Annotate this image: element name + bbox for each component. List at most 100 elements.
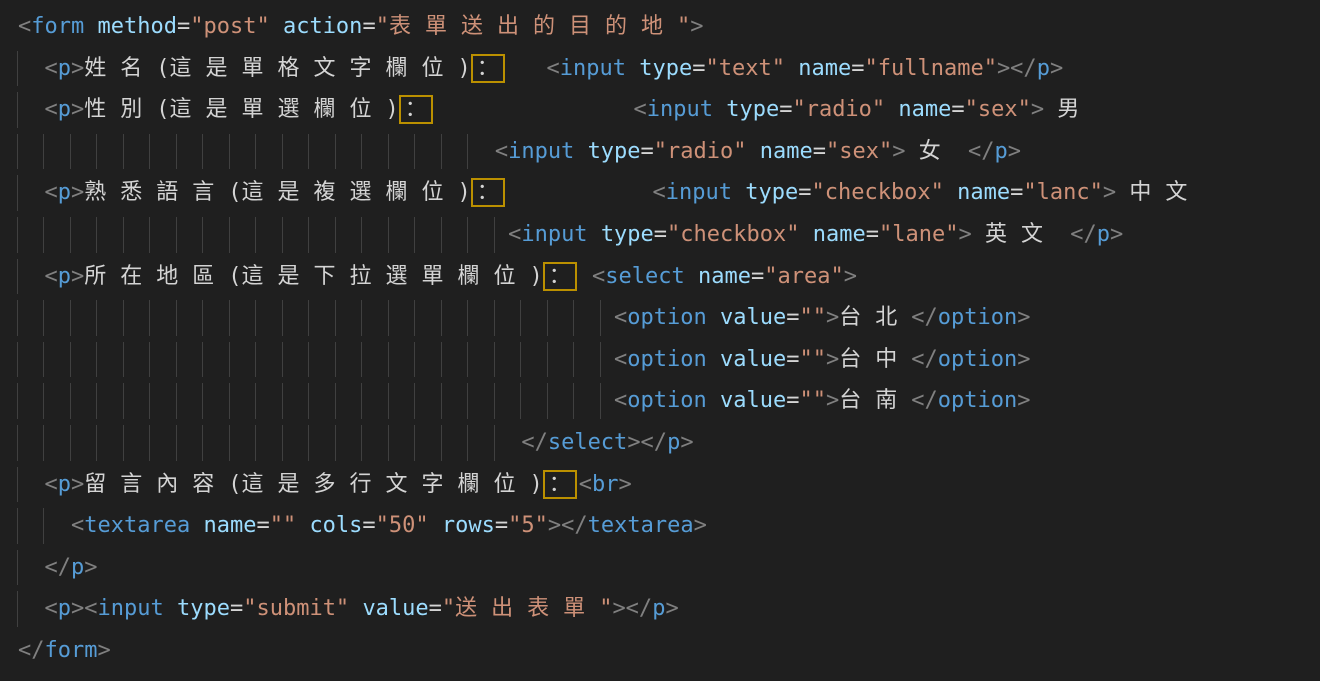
- code-token: [713, 97, 726, 122]
- code-token: >: [1050, 56, 1063, 81]
- code-token: >: [71, 97, 84, 122]
- code-token: textarea: [84, 513, 190, 538]
- cjk-text: 所在地區: [84, 264, 228, 289]
- code-token: [885, 97, 898, 122]
- cjk-text: 性別: [84, 97, 156, 122]
- code-line[interactable]: <textarea name="" cols="50" rows="5"></t…: [0, 505, 1320, 547]
- code-line[interactable]: <input type="checkbox" name="lane"> 英文 <…: [0, 214, 1320, 256]
- code-line[interactable]: <p>所在地區(這是下拉選單欄位)： <select name="area">: [0, 256, 1320, 298]
- code-token: p: [71, 555, 84, 580]
- code-line[interactable]: <option value="">台中</option>: [0, 339, 1320, 381]
- code-token: p: [995, 139, 1008, 164]
- code-line[interactable]: <p>留言內容(這是多行文字欄位)：<br>: [0, 464, 1320, 506]
- code-line[interactable]: <option value="">台北</option>: [0, 297, 1320, 339]
- code-token: "area": [764, 264, 843, 289]
- code-token: =: [230, 596, 243, 621]
- code-token: ></: [548, 513, 588, 538]
- code-token: >: [680, 430, 693, 455]
- code-line[interactable]: </form>: [0, 630, 1320, 672]
- cjk-text: 男: [1057, 97, 1093, 122]
- cjk-text: 熟悉語言: [84, 180, 228, 205]
- code-line[interactable]: <input type="radio" name="sex"> 女 </p>: [0, 131, 1320, 173]
- code-token: p: [652, 596, 665, 621]
- code-token: =: [786, 388, 799, 413]
- code-token: <: [45, 97, 58, 122]
- code-token: </: [18, 638, 45, 663]
- code-token: ></: [997, 56, 1037, 81]
- code-token: 姓名(這是單格文字欄位): [84, 56, 471, 81]
- cjk-text: 英文: [985, 222, 1057, 247]
- code-token: [296, 513, 309, 538]
- code-token: [18, 388, 614, 413]
- code-token: [429, 513, 442, 538]
- code-token: [707, 347, 720, 372]
- code-token: "fullname": [864, 56, 996, 81]
- code-line[interactable]: <p>姓名(這是單格文字欄位)： <input type="text" name…: [0, 48, 1320, 90]
- code-token: >: [619, 472, 632, 497]
- code-token: >: [844, 264, 857, 289]
- code-token: >: [71, 56, 84, 81]
- code-token: textarea: [588, 513, 694, 538]
- code-line[interactable]: <p>性別(這是單選欄位)： <input type="radio" name=…: [0, 89, 1320, 131]
- code-token: >: [892, 139, 905, 164]
- code-line[interactable]: <form method="post" action="表單送出的目的地">: [0, 6, 1320, 48]
- code-token: "5": [508, 513, 548, 538]
- code-token: ></: [612, 596, 652, 621]
- code-editor[interactable]: <form method="post" action="表單送出的目的地"> <…: [0, 0, 1320, 681]
- cjk-text: 姓名: [84, 56, 156, 81]
- code-token: >: [1110, 222, 1123, 247]
- code-token: p: [58, 472, 71, 497]
- cjk-text: 這是下拉選單欄位: [242, 264, 530, 289]
- code-token: >: [826, 347, 839, 372]
- code-token: [707, 305, 720, 330]
- code-token: 熟悉語言(這是複選欄位): [84, 180, 471, 205]
- code-token: [18, 139, 495, 164]
- code-token: 性別(這是單選欄位): [84, 97, 399, 122]
- code-token: type: [177, 596, 230, 621]
- code-line[interactable]: <option value="">台南</option>: [0, 380, 1320, 422]
- code-token: "submit": [243, 596, 349, 621]
- code-token: >: [826, 305, 839, 330]
- code-token: =: [362, 14, 375, 39]
- cjk-text: 表單送出的目的地: [389, 14, 677, 39]
- code-token: p: [58, 180, 71, 205]
- code-token: 台北: [839, 305, 911, 330]
- code-line[interactable]: </select></p>: [0, 422, 1320, 464]
- code-token: name: [698, 264, 751, 289]
- code-token: >: [826, 388, 839, 413]
- cjk-text: 這是單選欄位: [170, 97, 386, 122]
- code-token: 留言內容(這是多行文字欄位): [84, 472, 543, 497]
- code-token: method: [97, 14, 176, 39]
- cjk-text: 台中: [839, 347, 911, 372]
- code-line[interactable]: </p>: [0, 547, 1320, 589]
- code-token: =: [813, 139, 826, 164]
- code-token: ></: [627, 430, 667, 455]
- code-token: <: [45, 596, 58, 621]
- code-token: <: [495, 139, 508, 164]
- code-token: [944, 180, 957, 205]
- code-token: [18, 222, 508, 247]
- code-token: =: [654, 222, 667, 247]
- code-line[interactable]: <p><input type="submit" value="送出表單"></p…: [0, 588, 1320, 630]
- code-token: <: [579, 472, 592, 497]
- code-line[interactable]: <p>熟悉語言(這是複選欄位)： <input type="checkbox" …: [0, 172, 1320, 214]
- code-token: [707, 388, 720, 413]
- code-token: "lane": [879, 222, 958, 247]
- code-token: type: [639, 56, 692, 81]
- code-token: </: [911, 347, 938, 372]
- code-token: [18, 305, 614, 330]
- code-token: 中文: [1116, 180, 1201, 205]
- code-token: option: [627, 305, 706, 330]
- cjk-text: 中文: [1129, 180, 1201, 205]
- code-token: >: [1008, 139, 1021, 164]
- code-token: "": [800, 347, 827, 372]
- code-token: <: [45, 56, 58, 81]
- code-token: [747, 139, 760, 164]
- code-token: =: [866, 222, 879, 247]
- code-token: =: [851, 56, 864, 81]
- code-token: p: [58, 264, 71, 289]
- unicode-highlight-box: ：: [472, 179, 504, 206]
- code-token: "radio": [792, 97, 885, 122]
- code-token: [732, 180, 745, 205]
- code-token: "sex": [965, 97, 1031, 122]
